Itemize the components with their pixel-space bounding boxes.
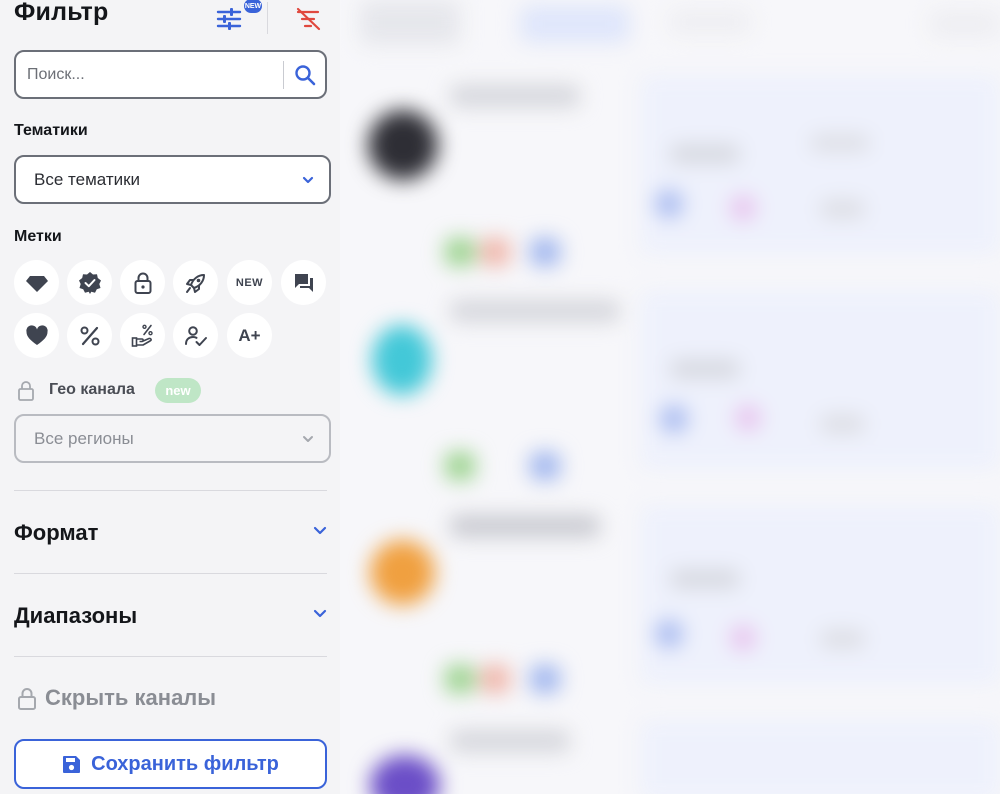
- tag-person-check[interactable]: [173, 313, 218, 358]
- lock-icon: [18, 381, 34, 401]
- section-title: Диапазоны: [14, 603, 138, 628]
- geo-label: Гео канала: [49, 381, 135, 398]
- save-icon: [63, 755, 81, 773]
- geo-selected-value: Все регионы: [34, 429, 134, 448]
- hide-channels-label: Скрыть каналы: [45, 685, 217, 710]
- search-icon[interactable]: [294, 64, 316, 86]
- section-divider: [14, 656, 327, 657]
- chevron-down-icon: [303, 436, 313, 442]
- search-input[interactable]: [27, 62, 277, 88]
- blurred-channel-list: [340, 0, 1000, 794]
- chevron-down-icon: [302, 176, 314, 184]
- section-divider: [14, 573, 327, 574]
- header-divider: [267, 2, 268, 34]
- geo-row: Гео канала new: [14, 376, 314, 406]
- tags-label: Метки: [14, 228, 62, 245]
- tag-percent[interactable]: [67, 313, 112, 358]
- search-separator: [283, 61, 284, 89]
- themes-label: Тематики: [14, 122, 88, 139]
- section-ranges[interactable]: Диапазоны: [14, 596, 327, 636]
- section-format[interactable]: Формат: [14, 513, 327, 553]
- section-title: Формат: [14, 520, 99, 545]
- section-divider: [14, 490, 327, 491]
- chat-icon: [294, 273, 313, 292]
- new-badge: NEW: [244, 0, 262, 13]
- tag-hand-percent[interactable]: [120, 313, 165, 358]
- tag-a-plus[interactable]: A+: [227, 313, 272, 358]
- lock-icon: [18, 688, 36, 710]
- sliders-icon[interactable]: [216, 6, 242, 32]
- filter-title: Фильтр: [14, 0, 109, 26]
- tag-new[interactable]: NEW: [227, 260, 272, 305]
- percent-icon: [80, 326, 99, 345]
- person-check-icon: [184, 325, 207, 346]
- new-icon: NEW: [235, 276, 264, 289]
- save-filter-label: Сохранить фильтр: [91, 752, 279, 775]
- search-field: [14, 50, 327, 99]
- heart-icon: [25, 324, 48, 345]
- diamond-icon: [25, 275, 48, 292]
- verified-badge-icon: [78, 271, 101, 294]
- geo-new-badge: new: [155, 378, 201, 403]
- clear-filter-icon[interactable]: [294, 7, 322, 31]
- hand-percent-icon: [131, 324, 153, 347]
- filter-sidebar: Фильтр NEW Поиск... Тематики Все тематик…: [0, 0, 340, 794]
- themes-selected-value: Все тематики: [34, 170, 141, 189]
- tag-chat[interactable]: [281, 260, 326, 305]
- rocket-icon: [185, 273, 205, 293]
- save-filter-button[interactable]: Сохранить фильтр: [14, 739, 327, 789]
- chevron-down-icon: [313, 609, 327, 618]
- hide-channels-row[interactable]: Скрыть каналы: [14, 682, 327, 716]
- themes-select[interactable]: Все тематики: [14, 155, 331, 204]
- a-plus-icon: A+: [238, 325, 261, 345]
- tag-lock[interactable]: [120, 260, 165, 305]
- tag-diamond[interactable]: [14, 260, 59, 305]
- tag-rocket[interactable]: [173, 260, 218, 305]
- geo-select[interactable]: Все регионы: [14, 414, 331, 463]
- filter-header: Фильтр NEW: [14, 0, 326, 38]
- tag-verified[interactable]: [67, 260, 112, 305]
- lock-icon: [134, 272, 151, 294]
- tag-heart[interactable]: [14, 313, 59, 358]
- chevron-down-icon: [313, 526, 327, 535]
